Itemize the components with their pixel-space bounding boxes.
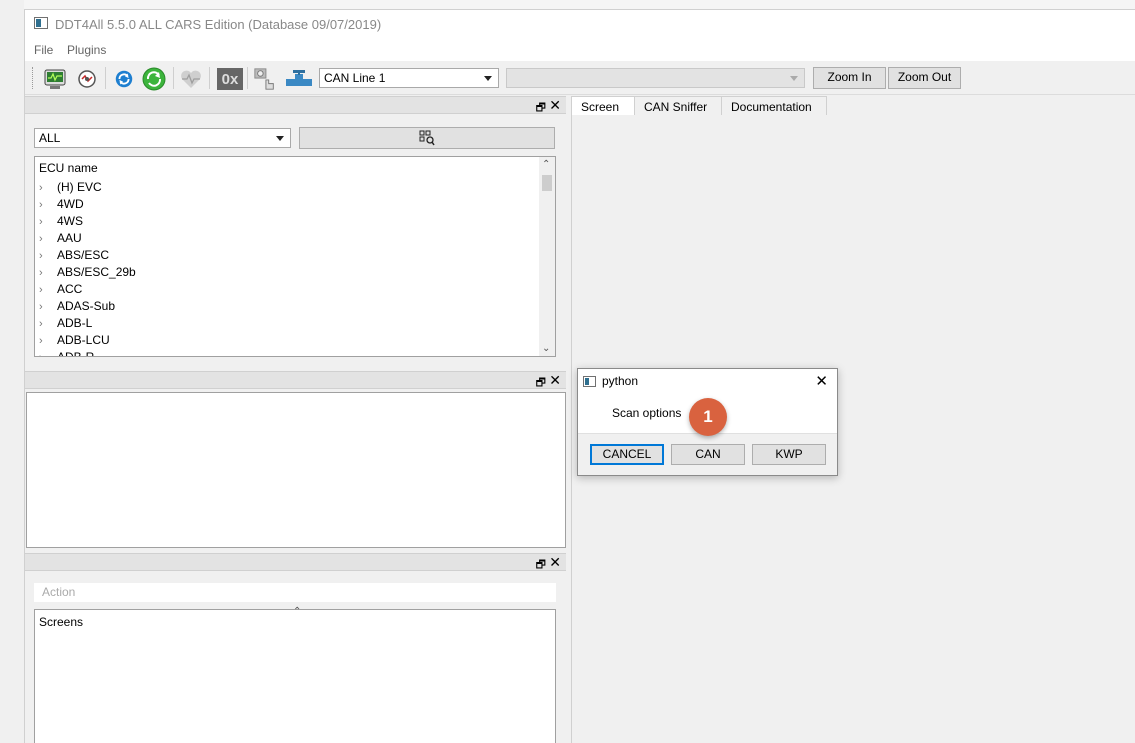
float-icon[interactable]: 🗗	[536, 556, 546, 575]
tree-item-label: ADB-LCU	[57, 333, 110, 347]
info-dock-title: 🗗 ✕	[25, 371, 566, 389]
close-icon[interactable]: ✕	[549, 372, 561, 389]
refresh-icon[interactable]	[112, 67, 136, 91]
tree-item-label: ABS/ESC	[57, 248, 110, 262]
close-icon[interactable]: ✕	[815, 372, 828, 390]
sniffer-icon[interactable]	[75, 67, 99, 91]
interface-select	[506, 68, 805, 88]
chevron-right-icon[interactable]: ›	[39, 335, 57, 347]
tab-documentation[interactable]: Documentation	[721, 96, 827, 116]
kwp-button[interactable]: KWP	[752, 444, 826, 465]
health-icon[interactable]	[179, 67, 203, 91]
tree-item-label: ADB-L	[57, 316, 93, 330]
can-line-select[interactable]: CAN Line 1	[319, 68, 499, 88]
chevron-right-icon[interactable]: ›	[39, 352, 57, 356]
tree-item-label: ADB-R	[57, 350, 95, 357]
menu-plugins[interactable]: Plugins	[67, 43, 106, 57]
tree-item[interactable]: › ABS/ESC	[39, 248, 109, 265]
float-icon[interactable]: 🗗	[536, 374, 546, 393]
app-icon	[583, 376, 596, 387]
screens-tree[interactable]: ⌃ Screens	[34, 606, 556, 743]
can-line-value: CAN Line 1	[324, 71, 386, 85]
action-label: Action	[34, 583, 556, 602]
tree-item[interactable]: › ADB-LCU	[39, 333, 110, 350]
dialog-button-bar: CANCEL CAN KWP	[578, 433, 837, 475]
zoom-out-button[interactable]: Zoom Out	[888, 67, 961, 89]
window-title: DDT4All 5.5.0 ALL CARS Edition (Database…	[55, 17, 382, 32]
settings-hand-icon[interactable]	[253, 67, 277, 91]
screens-header: Screens	[39, 615, 84, 629]
ecu-filter-value: ALL	[39, 131, 61, 145]
tree-item[interactable]: › ADAS-Sub	[39, 299, 115, 316]
toolbar-separator	[173, 67, 174, 89]
tree-item[interactable]: › 4WD	[39, 197, 84, 214]
close-icon[interactable]: ✕	[549, 97, 561, 114]
menu-file[interactable]: File	[34, 43, 53, 57]
chevron-down-icon	[484, 76, 492, 81]
tree-item-label: 4WS	[57, 214, 84, 228]
scroll-thumb[interactable]	[542, 175, 552, 191]
chevron-up-icon[interactable]: ⌃	[293, 606, 301, 617]
chevron-down-icon	[790, 76, 798, 81]
tree-item[interactable]: › ADB-L	[39, 316, 92, 333]
float-icon[interactable]: 🗗	[536, 99, 546, 118]
valve-icon[interactable]	[285, 67, 313, 91]
connect-icon[interactable]	[142, 67, 166, 91]
can-button[interactable]: CAN	[671, 444, 745, 465]
tab-can-sniffer[interactable]: CAN Sniffer	[634, 96, 722, 116]
scroll-down-icon[interactable]: ⌄	[542, 343, 550, 354]
chevron-right-icon[interactable]: ›	[39, 250, 57, 262]
chevron-down-icon	[276, 136, 284, 141]
chevron-right-icon[interactable]: ›	[39, 284, 57, 296]
tree-item-label: ACC	[57, 282, 83, 296]
tree-item-label: AAU	[57, 231, 82, 245]
tree-item[interactable]: › AAU	[39, 231, 82, 248]
chevron-right-icon[interactable]: ›	[39, 216, 57, 228]
toolbar-separator	[105, 67, 106, 89]
chevron-right-icon[interactable]: ›	[39, 233, 57, 245]
tree-item-label: ADAS-Sub	[57, 299, 116, 313]
chevron-right-icon[interactable]: ›	[39, 301, 57, 313]
ecu-tree-header: ECU name	[39, 161, 98, 175]
toolbar: 0x CAN Line 1 Zoom In Zoom Out	[25, 61, 1135, 95]
cancel-button[interactable]: CANCEL	[590, 444, 664, 465]
dialog-message: Scan options	[612, 406, 682, 420]
qr-search-icon	[419, 130, 435, 152]
action-dock-title: 🗗 ✕	[25, 553, 566, 571]
menu-bar: File Plugins	[25, 40, 1135, 61]
hex-icon[interactable]: 0x	[217, 68, 243, 90]
zoom-in-button[interactable]: Zoom In	[813, 67, 886, 89]
info-panel	[26, 392, 566, 548]
tree-item[interactable]: › 4WS	[39, 214, 83, 231]
toolbar-separator	[247, 67, 248, 89]
title-bar: DDT4All 5.5.0 ALL CARS Edition (Database…	[25, 10, 1135, 40]
tree-item[interactable]: › ABS/ESC_29b	[39, 265, 136, 282]
chevron-right-icon[interactable]: ›	[39, 182, 57, 194]
tree-item-label: 4WD	[57, 197, 84, 211]
toolbar-grip[interactable]	[32, 67, 35, 89]
step-marker: 1	[689, 398, 727, 436]
ecu-tree[interactable]: ECU name › (H) EVC › 4WD › 4WS › AAU › ABS/ESC › AB…	[34, 156, 556, 357]
tree-item[interactable]: › ACC	[39, 282, 82, 299]
app-icon	[34, 17, 48, 29]
ecu-scan-icon[interactable]	[43, 67, 67, 91]
toolbar-separator	[209, 67, 210, 89]
ecu-search-button[interactable]	[299, 127, 555, 149]
tree-item[interactable]: › (H) EVC	[39, 180, 102, 197]
tree-item[interactable]: ›ADB-R	[39, 350, 95, 357]
tree-item-label: ABS/ESC_29b	[57, 265, 136, 279]
tab-screen[interactable]: Screen	[571, 96, 635, 116]
dialog-title: python	[602, 374, 639, 388]
ecu-tree-scrollbar[interactable]: ⌃ ⌄	[539, 157, 555, 356]
tree-item-label: (H) EVC	[57, 180, 102, 194]
chevron-right-icon[interactable]: ›	[39, 267, 57, 279]
ecu-filter-select[interactable]: ALL	[34, 128, 291, 148]
desktop-strip	[0, 0, 24, 743]
chevron-right-icon[interactable]: ›	[39, 318, 57, 330]
ecu-dock-title: 🗗 ✕	[25, 96, 566, 114]
chevron-right-icon[interactable]: ›	[39, 199, 57, 211]
scroll-up-icon[interactable]: ⌃	[542, 159, 550, 170]
close-icon[interactable]: ✕	[549, 554, 561, 571]
